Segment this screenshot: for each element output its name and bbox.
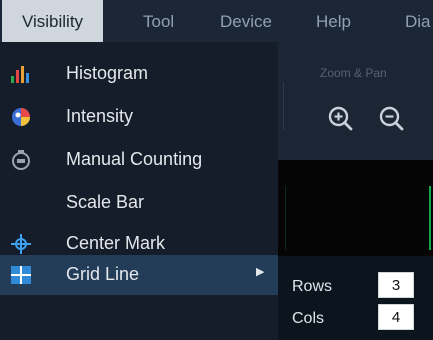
menu-item-label: Histogram [66, 63, 149, 83]
menu-item-histogram[interactable]: Histogram [0, 54, 278, 94]
grid-line-submenu: Rows 3 Cols 4 [278, 256, 433, 340]
plot-trace [429, 186, 431, 250]
cols-label: Cols [292, 310, 325, 327]
menu-dia[interactable]: Dia [405, 0, 431, 42]
menu-device[interactable]: Device [220, 0, 272, 42]
intensity-icon [12, 108, 30, 126]
submenu-arrow-icon: ▶ [256, 266, 265, 278]
menu-item-grid-line[interactable]: Grid Line ▶ [0, 255, 278, 295]
visibility-dropdown: Histogram Intensity Manual Counting Scal… [0, 42, 278, 340]
menu-help[interactable]: Help [316, 0, 351, 42]
center-mark-icon [11, 234, 31, 254]
menu-item-label: Intensity [66, 106, 134, 126]
menu-visibility[interactable]: Visibility [2, 0, 103, 42]
toolbar-separator [283, 82, 284, 130]
counter-icon [12, 150, 30, 170]
rows-input[interactable]: 3 [378, 272, 414, 298]
zoom-in-icon [328, 106, 353, 131]
menu-item-manual-counting[interactable]: Manual Counting [0, 140, 278, 180]
zoom-in-button[interactable] [326, 104, 356, 134]
menu-item-scale-bar[interactable]: Scale Bar [0, 183, 278, 223]
menu-item-label: Grid Line [66, 264, 140, 284]
menu-item-label: Scale Bar [66, 192, 145, 212]
cols-input[interactable]: 4 [378, 304, 414, 330]
histogram-icon [11, 66, 29, 83]
menu-tool[interactable]: Tool [143, 0, 174, 42]
menu-item-intensity[interactable]: Intensity [0, 97, 278, 137]
menu-item-label: Center Mark [66, 233, 166, 253]
menu-item-label: Manual Counting [66, 149, 203, 169]
zoom-out-icon [379, 106, 404, 131]
zoom-pan-group-label: Zoom & Pan [320, 66, 387, 80]
rows-label: Rows [292, 278, 333, 295]
menu-bar: Visibility Tool Device Help Dia [0, 0, 433, 42]
zoom-out-button[interactable] [377, 104, 407, 134]
grid-icon [11, 266, 31, 284]
plot-area-edge [285, 186, 286, 250]
